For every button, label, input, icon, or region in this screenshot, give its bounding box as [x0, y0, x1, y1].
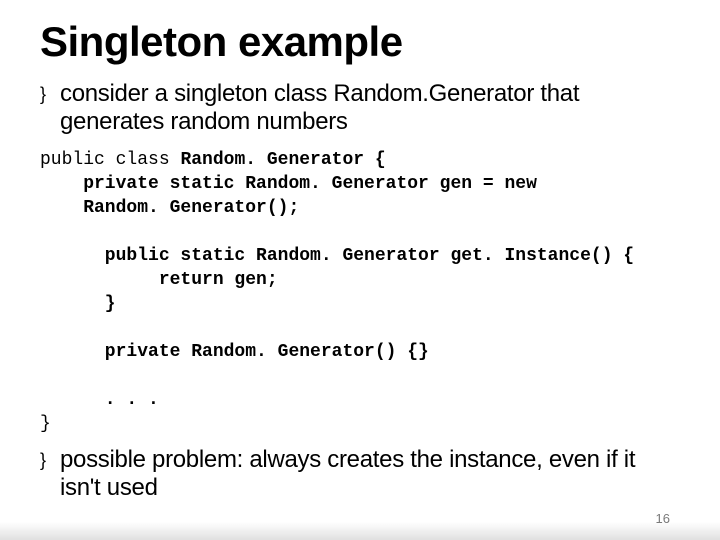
- bullet-text: possible problem: always creates the ins…: [60, 446, 680, 502]
- code-line: return gen;: [40, 270, 278, 290]
- code-line: public static Random. Generator get. Ins…: [40, 246, 634, 266]
- page-number: 16: [656, 511, 670, 526]
- code-line: private Random. Generator() {}: [40, 342, 429, 362]
- slide-shadow: [0, 522, 720, 540]
- code-line: }: [40, 294, 116, 314]
- bullet-item: } consider a singleton class Random.Gene…: [40, 80, 680, 136]
- slide-title: Singleton example: [40, 18, 680, 66]
- code-line: private static Random. Generator gen = n…: [40, 174, 537, 194]
- code-block: public class Random. Generator { private…: [40, 148, 680, 436]
- bullet-icon: }: [40, 446, 60, 474]
- bullet-icon: }: [40, 80, 60, 108]
- code-line: Random. Generator {: [180, 150, 385, 170]
- code-line: public class: [40, 150, 180, 170]
- bullet-item: } possible problem: always creates the i…: [40, 446, 680, 502]
- code-line: Random. Generator();: [40, 198, 299, 218]
- bullet-text: consider a singleton class Random.Genera…: [60, 80, 680, 136]
- code-line: }: [40, 414, 51, 434]
- code-line: . . .: [40, 390, 159, 410]
